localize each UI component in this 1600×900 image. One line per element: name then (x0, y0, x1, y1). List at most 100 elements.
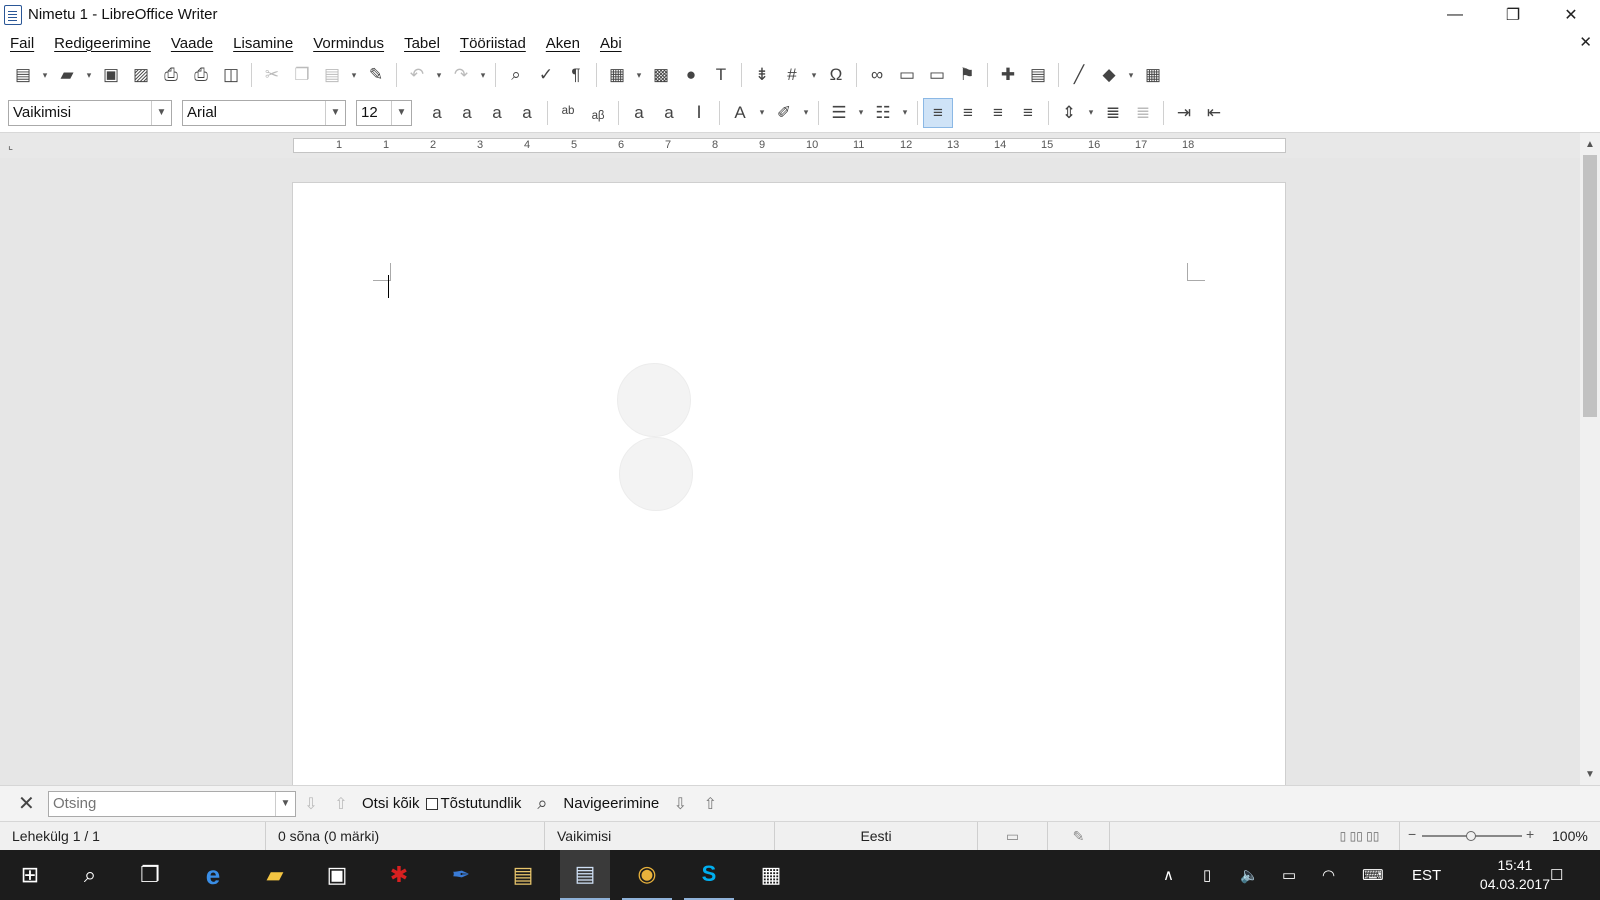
subscript-icon[interactable]: ₐᵦ (583, 98, 613, 128)
highlight-dropdown-icon[interactable]: ▾ (799, 98, 813, 128)
search-input[interactable] (49, 795, 275, 812)
field-dropdown-icon[interactable]: ▾ (807, 60, 821, 90)
word-count-status[interactable]: 0 sõna (0 märki) (266, 822, 545, 850)
pinned-app-icon[interactable]: ✱ (374, 850, 424, 900)
zoom-level[interactable]: 100% (1552, 828, 1588, 844)
export-pdf-icon[interactable]: ⎙ (156, 60, 186, 90)
track-changes-icon[interactable]: ▤ (1023, 60, 1053, 90)
find-next-icon[interactable]: ⇩ (296, 794, 326, 814)
clone-formatting-icon[interactable]: ✎ (361, 60, 391, 90)
chrome-icon[interactable]: ◉ (622, 850, 672, 900)
print-icon[interactable]: ⎙ (186, 60, 216, 90)
endnote-icon[interactable]: ▭ (922, 60, 952, 90)
font-name-combo[interactable]: Arial ▼ (182, 99, 346, 126)
menu-table[interactable]: Tabel (394, 35, 450, 52)
save-as-icon[interactable]: ▨ (126, 60, 156, 90)
menu-edit[interactable]: Redigeerimine (44, 35, 161, 52)
undo-icon[interactable]: ↶ (402, 60, 432, 90)
navigate-down-icon[interactable]: ⇩ (665, 794, 695, 814)
show-hidden-icons-icon[interactable]: ∧ (1163, 850, 1174, 900)
notifications-icon[interactable]: ☐ (1550, 850, 1563, 900)
skype-icon[interactable]: S (684, 850, 734, 900)
file-explorer-icon[interactable]: ▰ (250, 850, 300, 900)
table-dropdown-icon[interactable]: ▾ (632, 60, 646, 90)
increase-paragraph-spacing-icon[interactable]: ≣ (1098, 98, 1128, 128)
special-character-icon[interactable]: Ω (821, 60, 851, 90)
match-case-checkbox[interactable]: Tõstutundlik (425, 795, 528, 812)
start-icon[interactable]: ⊞ (5, 850, 55, 900)
find-previous-icon[interactable]: ⇧ (326, 794, 356, 814)
save-icon[interactable]: ▣ (96, 60, 126, 90)
increase-indent-icon[interactable]: ⇥ (1169, 98, 1199, 128)
find-all-button[interactable]: Otsi kõik (362, 795, 420, 812)
pen-app-icon[interactable]: ✒ (436, 850, 486, 900)
print-preview-icon[interactable]: ◫ (216, 60, 246, 90)
numbered-list-icon[interactable]: ☷ (868, 98, 898, 128)
new-document-icon[interactable]: ▤ (8, 60, 38, 90)
battery-icon[interactable]: ▭ (1282, 850, 1296, 900)
zoom-in-button[interactable]: + (1526, 826, 1534, 842)
close-button[interactable]: ✕ (1542, 0, 1600, 29)
find-replace-icon[interactable]: ⌕ (501, 60, 531, 90)
bullet-list-icon[interactable]: ☰ (824, 98, 854, 128)
find-replace-icon[interactable]: ⌕ (527, 793, 557, 814)
menu-window[interactable]: Aken (536, 35, 590, 52)
page-number-status[interactable]: Lehekülg 1 / 1 (0, 822, 266, 850)
input-language[interactable]: EST (1412, 850, 1441, 900)
edge-icon[interactable]: e (188, 850, 238, 900)
menu-file[interactable]: Fail (0, 35, 44, 52)
store-icon[interactable]: ▣ (312, 850, 362, 900)
highlight-icon[interactable]: ✐ (769, 98, 799, 128)
taskbar-clock[interactable]: 15:41 04.03.2017 (1480, 856, 1550, 894)
line-icon[interactable]: ╱ (1064, 60, 1094, 90)
task-view-icon[interactable]: ❐ (125, 850, 175, 900)
redo-icon[interactable]: ↷ (446, 60, 476, 90)
paragraph-style-combo[interactable]: Vaikimisi ▼ (8, 99, 172, 126)
font-color-dropdown-icon[interactable]: ▾ (755, 98, 769, 128)
calculator-icon[interactable]: ▦ (746, 850, 796, 900)
formatting-marks-icon[interactable]: ¶ (561, 60, 591, 90)
draw-functions-icon[interactable]: ▦ (1138, 60, 1168, 90)
horizontal-ruler[interactable]: 1 1 2 3 4 5 6 7 8 9 10 11 12 13 14 15 16 17 18 (293, 138, 1286, 153)
align-right-icon[interactable]: ≡ (983, 98, 1013, 128)
justify-icon[interactable]: ≡ (1013, 98, 1043, 128)
chevron-down-icon[interactable]: ▼ (151, 100, 171, 125)
footnote-icon[interactable]: ▭ (892, 60, 922, 90)
font-color-icon[interactable]: A (725, 98, 755, 128)
language-status[interactable]: Eesti (775, 822, 978, 850)
numbered-dropdown-icon[interactable]: ▾ (898, 98, 912, 128)
new-dropdown-icon[interactable]: ▾ (38, 60, 52, 90)
comment-icon[interactable]: ✚ (993, 60, 1023, 90)
bookmark-icon[interactable]: ⚑ (952, 60, 982, 90)
scroll-down-icon[interactable]: ▼ (1580, 765, 1600, 783)
notes-app-icon[interactable]: ▤ (498, 850, 548, 900)
shadow-icon[interactable]: a (624, 98, 654, 128)
close-find-bar-icon[interactable]: ✕ (18, 791, 40, 816)
menu-insert[interactable]: Lisamine (223, 35, 303, 52)
italic-icon[interactable]: a (452, 98, 482, 128)
underline-icon[interactable]: a (482, 98, 512, 128)
align-left-icon[interactable]: ≡ (923, 97, 953, 128)
paste-dropdown-icon[interactable]: ▾ (347, 60, 361, 90)
minimize-button[interactable]: — (1426, 0, 1484, 29)
page-break-icon[interactable]: ⇟ (747, 60, 777, 90)
view-layout-icons[interactable]: ▯ ▯▯ ▯▯ (1320, 822, 1400, 850)
document-page[interactable] (292, 182, 1286, 785)
outline-icon[interactable]: a (654, 98, 684, 128)
superscript-icon[interactable]: ᵃᵇ (553, 98, 583, 128)
chevron-down-icon[interactable]: ▼ (275, 791, 295, 816)
shapes-dropdown-icon[interactable]: ▾ (1124, 60, 1138, 90)
menu-help[interactable]: Abi (590, 35, 632, 52)
insert-table-icon[interactable]: ▦ (602, 60, 632, 90)
line-spacing-dropdown-icon[interactable]: ▾ (1084, 98, 1098, 128)
basic-shapes-icon[interactable]: ◆ (1094, 60, 1124, 90)
align-center-icon[interactable]: ≡ (953, 98, 983, 128)
page-style-status[interactable]: Vaikimisi (545, 822, 775, 850)
clear-formatting-icon[interactable]: Ⅰ (684, 98, 714, 128)
open-icon[interactable]: ▰ (52, 60, 82, 90)
chevron-down-icon[interactable]: ▼ (391, 100, 411, 125)
strikethrough-icon[interactable]: a (512, 98, 542, 128)
insert-textbox-icon[interactable]: T (706, 60, 736, 90)
search-icon[interactable]: ⌕ (65, 850, 115, 900)
navigate-up-icon[interactable]: ⇧ (695, 794, 725, 814)
